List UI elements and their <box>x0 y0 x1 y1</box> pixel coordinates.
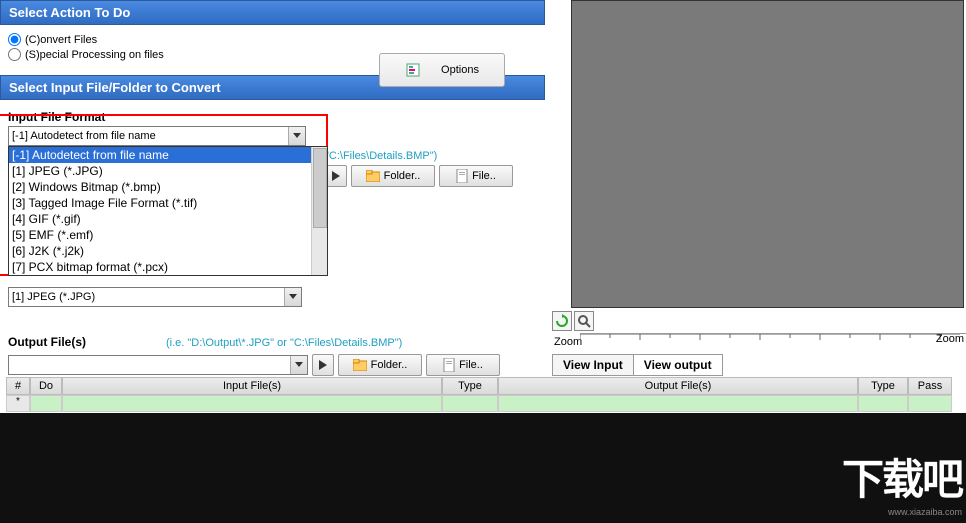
special-processing-label: (S)pecial Processing on files <box>25 49 164 61</box>
input-file-format-label: Input File Format <box>8 110 537 124</box>
dropdown-item-pcx[interactable]: [7] PCX bitmap format (*.pcx) <box>9 259 327 275</box>
dropdown-item-emf[interactable]: [5] EMF (*.emf) <box>9 227 327 243</box>
dropdown-item-jpeg[interactable]: [1] JPEG (*.JPG) <box>9 163 327 179</box>
watermark-logo: 下载吧 www.xiazaiba.com <box>842 446 962 517</box>
files-table: # Do Input File(s) Type Output File(s) T… <box>6 377 960 412</box>
dropdown-item-gif[interactable]: [4] GIF (*.gif) <box>9 211 327 227</box>
magnify-button[interactable] <box>574 311 594 331</box>
col-output-files[interactable]: Output File(s) <box>498 377 858 395</box>
file-icon <box>456 169 468 183</box>
dropdown-arrow-icon[interactable] <box>290 356 307 374</box>
output-files-label: Output File(s) <box>8 335 86 349</box>
footer: 下载吧 www.xiazaiba.com <box>0 413 966 523</box>
output-format-combo[interactable]: [1] JPEG (*.JPG) <box>8 287 302 307</box>
folder-icon <box>366 170 380 182</box>
dropdown-scrollbar[interactable] <box>311 147 327 275</box>
refresh-button[interactable] <box>552 311 572 331</box>
options-button-label: Options <box>441 64 479 76</box>
output-hint: (i.e. "D:\Output\*.JPG" or "C:\Files\Det… <box>166 337 402 349</box>
input-file-button[interactable]: File.. <box>439 165 513 187</box>
input-hint: "C:\Files\Details.BMP") <box>325 150 437 162</box>
zoom-right-label: Zoom <box>936 333 964 345</box>
dropdown-arrow-icon[interactable] <box>284 288 301 306</box>
col-hash[interactable]: # <box>6 377 30 395</box>
col-type1[interactable]: Type <box>442 377 498 395</box>
col-do[interactable]: Do <box>30 377 62 395</box>
input-format-dropdown[interactable]: [-1] Autodetect from file name [1] JPEG … <box>8 146 328 276</box>
dropdown-item-bmp[interactable]: [2] Windows Bitmap (*.bmp) <box>9 179 327 195</box>
options-icon <box>405 62 421 78</box>
dropdown-arrow-icon[interactable] <box>288 127 305 145</box>
file-icon <box>443 358 455 372</box>
dropdown-item-j2k[interactable]: [6] J2K (*.j2k) <box>9 243 327 259</box>
output-files-combo[interactable] <box>8 355 308 375</box>
tab-view-output[interactable]: View output <box>633 354 723 376</box>
dropdown-item-autodetect[interactable]: [-1] Autodetect from file name <box>9 147 327 163</box>
zoom-label: Zoom <box>554 336 582 348</box>
folder-icon <box>353 359 367 371</box>
tab-view-input[interactable]: View Input <box>552 354 634 376</box>
col-pass[interactable]: Pass <box>908 377 952 395</box>
col-input-files[interactable]: Input File(s) <box>62 377 442 395</box>
input-play-button[interactable] <box>325 165 347 187</box>
row-marker: * <box>6 395 30 412</box>
input-format-combo[interactable]: [-1] Autodetect from file name <box>8 126 306 146</box>
zoom-ruler[interactable] <box>580 333 966 351</box>
output-folder-button[interactable]: Folder.. <box>338 354 422 376</box>
options-button[interactable]: Options <box>379 53 505 87</box>
table-row[interactable]: * <box>6 395 960 412</box>
output-play-button[interactable] <box>312 354 334 376</box>
input-folder-button[interactable]: Folder.. <box>351 165 435 187</box>
special-processing-radio[interactable] <box>8 48 21 61</box>
output-file-button[interactable]: File.. <box>426 354 500 376</box>
convert-files-label: (C)onvert Files <box>25 34 97 46</box>
convert-files-radio[interactable] <box>8 33 21 46</box>
col-type2[interactable]: Type <box>858 377 908 395</box>
dropdown-item-tif[interactable]: [3] Tagged Image File Format (*.tif) <box>9 195 327 211</box>
refresh-icon <box>555 314 569 328</box>
section-action-header: Select Action To Do <box>0 0 545 25</box>
input-format-value: [-1] Autodetect from file name <box>12 130 156 142</box>
preview-pane <box>571 0 964 308</box>
output-format-value: [1] JPEG (*.JPG) <box>12 291 95 303</box>
magnify-icon <box>577 314 591 328</box>
